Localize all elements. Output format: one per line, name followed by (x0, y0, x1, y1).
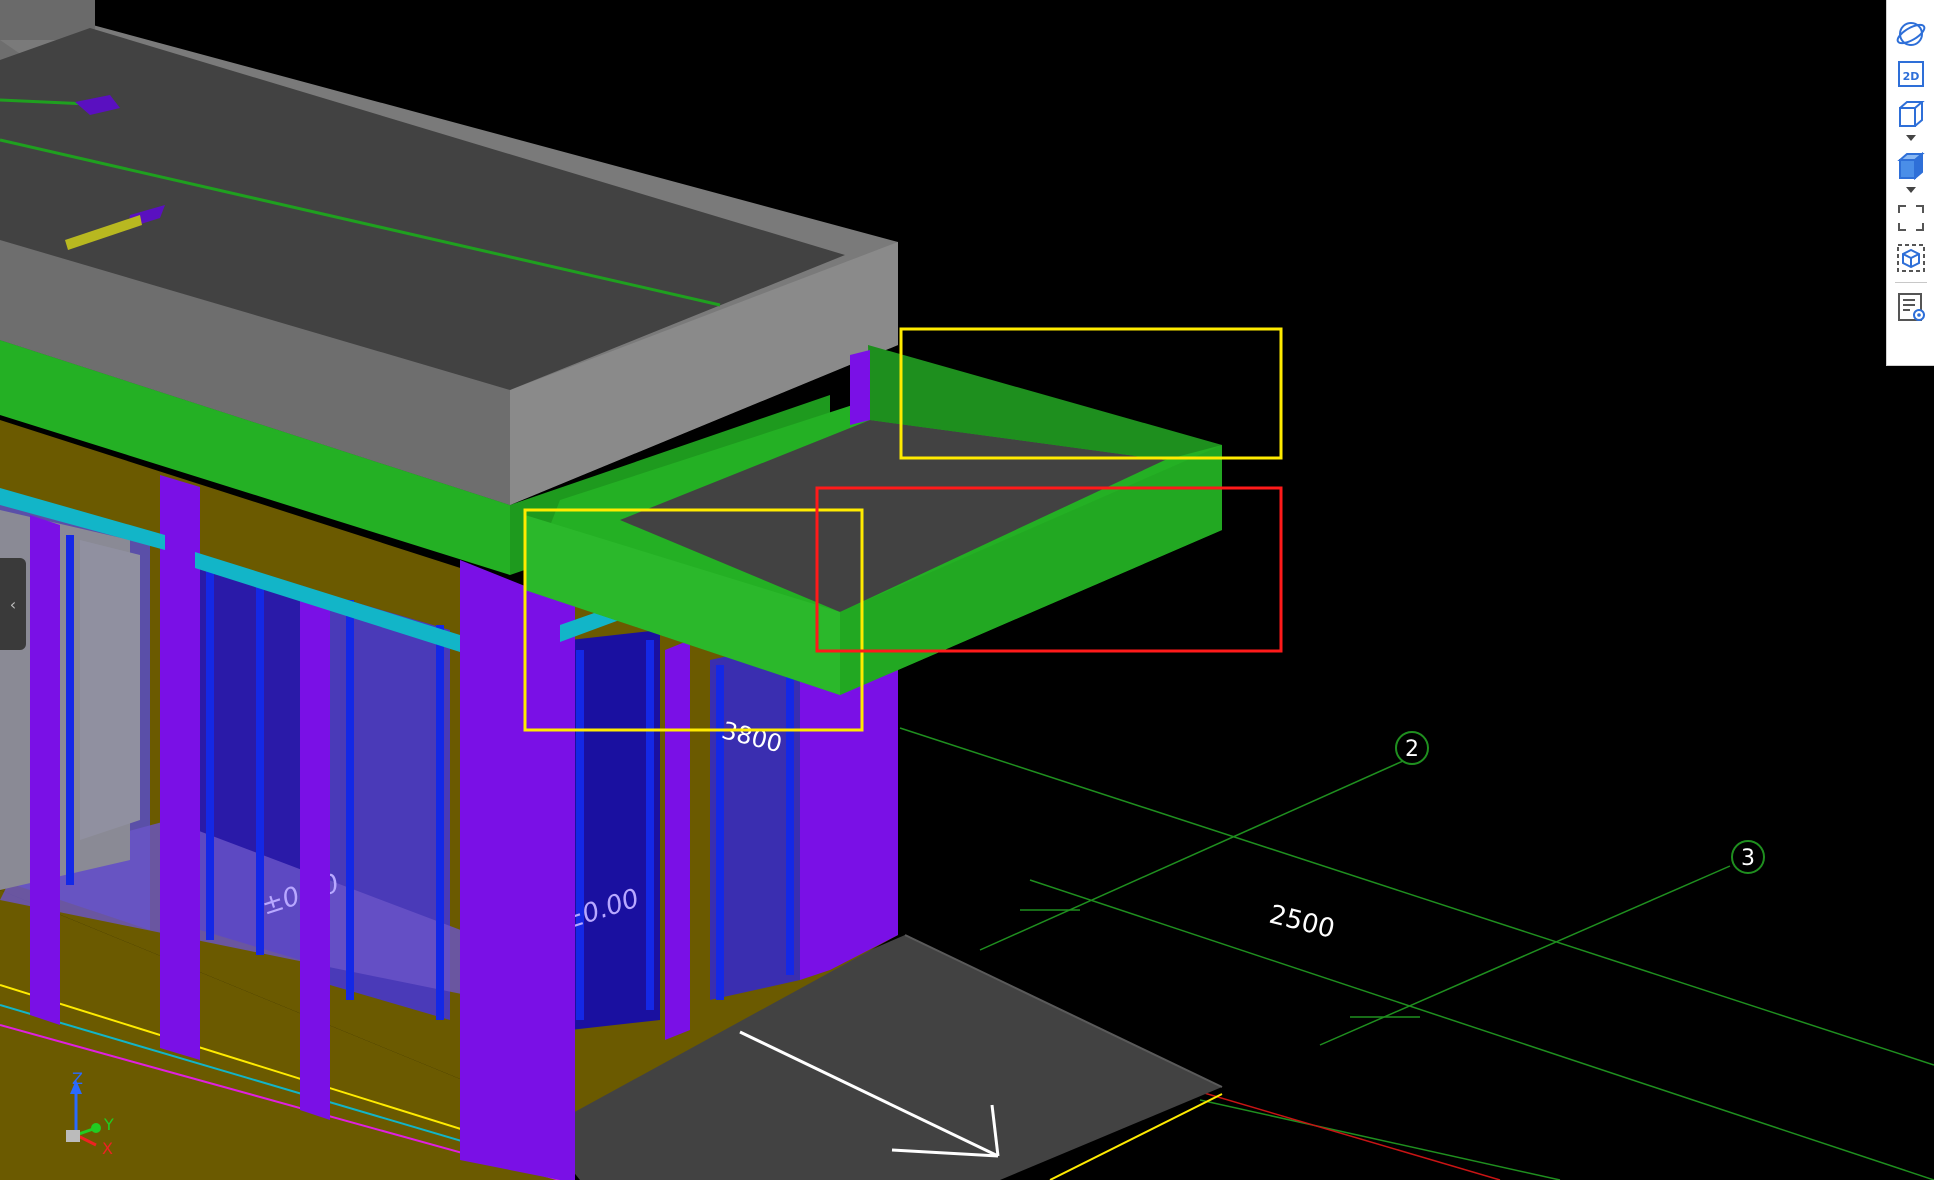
2d-view-icon: 2D (1897, 61, 1924, 87)
building-model-scene[interactable]: 2 3 2500 ±0.00 3800 (0, 0, 1934, 1180)
shaded-view-dropdown[interactable] (1891, 182, 1931, 198)
shaded-box-icon (1896, 151, 1925, 181)
wireframe-box-icon (1898, 101, 1925, 127)
orbit-icon (1896, 22, 1925, 46)
orbit-button[interactable] (1891, 14, 1931, 54)
wireframe-view-button[interactable] (1891, 94, 1931, 134)
ucs-z-label: Z (72, 1070, 83, 1088)
properties-panel-icon (1897, 293, 1925, 321)
properties-panel-button[interactable] (1891, 287, 1931, 327)
caret-down-icon (1905, 187, 1916, 193)
wireframe-view-dropdown[interactable] (1891, 130, 1931, 146)
ucs-axis-indicator: Z Y X (66, 1070, 114, 1158)
2d-view-button[interactable]: 2D (1891, 54, 1931, 94)
grid-axis-label: 2 (1405, 737, 1419, 762)
dimension-label-main: 2500 (1266, 900, 1337, 945)
2d-view-text: 2D (1902, 70, 1919, 83)
view-toolbar: 2D (1886, 0, 1934, 366)
section-box-button[interactable] (1891, 238, 1931, 278)
caret-down-icon (1905, 135, 1916, 141)
3d-model-viewport[interactable]: 2 3 2500 ±0.00 3800 ‹ Z Y X 2D (0, 0, 1934, 1180)
ucs-y-label: Y (103, 1115, 114, 1134)
zoom-extents-button[interactable] (1891, 198, 1931, 238)
toolbar-separator (1894, 282, 1927, 283)
grid-axis-2[interactable]: 2 (1395, 731, 1429, 765)
ucs-x-label: X (102, 1139, 113, 1158)
side-panel-collapse-button[interactable]: ‹ (0, 558, 26, 650)
grid-axis-3[interactable]: 3 (1731, 840, 1765, 874)
red-grid-line (1159, 1079, 1501, 1180)
grid-axis-label: 3 (1741, 846, 1755, 871)
section-box-icon (1896, 244, 1925, 272)
zoom-extents-icon (1897, 205, 1924, 231)
chevron-left-icon: ‹ (9, 594, 17, 614)
shaded-view-button[interactable] (1891, 146, 1931, 186)
